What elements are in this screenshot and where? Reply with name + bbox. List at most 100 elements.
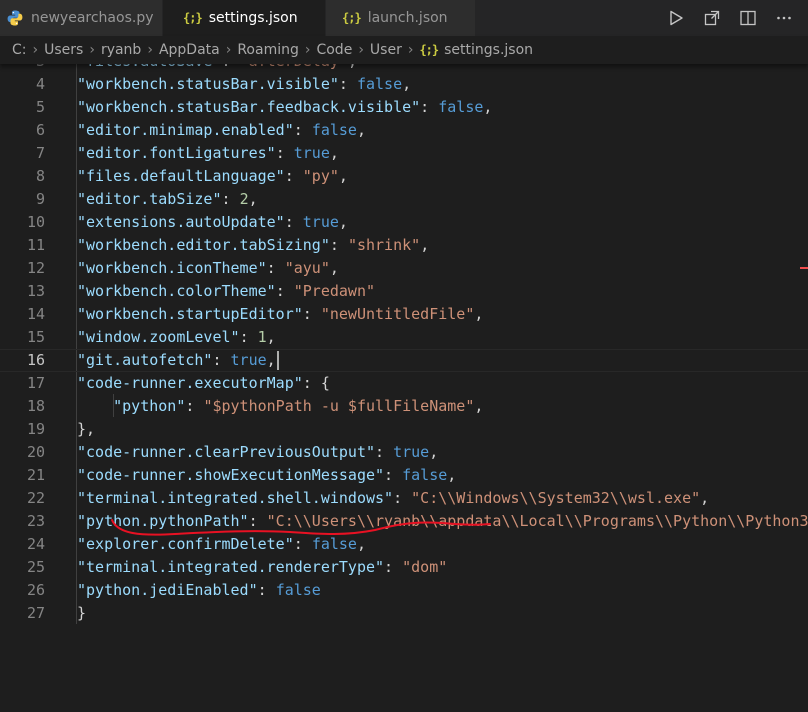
code-token: "$pythonPath -u $fullFileName" xyxy=(203,397,475,415)
code-token: "python.jediEnabled" xyxy=(77,581,258,599)
breadcrumb-file[interactable]: {;} settings.json xyxy=(419,42,533,58)
code-token: "workbench.statusBar.feedback.visible" xyxy=(77,98,421,116)
chevron-right-icon: › xyxy=(147,42,153,58)
code-token: "terminal.integrated.shell.windows" xyxy=(77,489,394,507)
code-token: "workbench.iconTheme" xyxy=(77,259,267,277)
code-token: , xyxy=(447,466,457,484)
code-line[interactable]: 10 "extensions.autoUpdate": true, xyxy=(0,211,808,234)
code-text: }, xyxy=(77,418,95,441)
code-line[interactable]: 8 "files.defaultLanguage": "py", xyxy=(0,165,808,188)
code-line[interactable]: 9 "editor.tabSize": 2, xyxy=(0,188,808,211)
breadcrumb-item[interactable]: User xyxy=(370,42,402,58)
code-line[interactable]: 12 "workbench.iconTheme": "ayu", xyxy=(0,257,808,280)
line-number: 14 xyxy=(26,305,45,323)
breadcrumb-item[interactable]: Users xyxy=(44,42,83,58)
line-number: 18 xyxy=(26,397,45,415)
breadcrumb-item[interactable]: AppData xyxy=(159,42,220,58)
code-token: : xyxy=(302,305,321,323)
tab-newyearchaos-py[interactable]: newyearchaos.py xyxy=(0,0,163,36)
more-actions-icon[interactable] xyxy=(774,8,794,28)
code-token: : xyxy=(329,236,348,254)
code-line[interactable]: 24 "explorer.confirmDelete": false, xyxy=(0,533,808,556)
code-line[interactable]: 21 "code-runner.showExecutionMessage": fa… xyxy=(0,464,808,487)
code-token: 1 xyxy=(257,328,267,346)
code-line[interactable]: 13 "workbench.colorTheme": "Predawn" xyxy=(0,280,808,303)
line-number: 24 xyxy=(26,535,45,553)
code-token: "workbench.statusBar.visible" xyxy=(77,75,339,93)
code-token: , xyxy=(402,75,412,93)
breadcrumb-item[interactable]: C: xyxy=(12,42,27,58)
code-text: "extensions.autoUpdate": true, xyxy=(77,211,348,234)
code-token: "C:\\Users\\ryanb\\appdata\\Local\\Progr… xyxy=(266,512,808,530)
code-line[interactable]: 5 "workbench.statusBar.feedback.visible":… xyxy=(0,96,808,119)
split-editor-icon[interactable] xyxy=(738,8,758,28)
breadcrumb-item[interactable]: ryanb xyxy=(101,42,141,58)
code-token: : xyxy=(257,581,276,599)
line-number: 15 xyxy=(26,328,45,346)
line-number: 3 xyxy=(0,64,45,73)
chevron-right-icon: › xyxy=(32,42,39,58)
tab-label: settings.json xyxy=(208,10,298,26)
text-cursor xyxy=(277,351,279,370)
code-token: , xyxy=(329,259,339,277)
code-token: : xyxy=(212,351,231,369)
chevron-right-icon: › xyxy=(225,42,232,58)
line-number: 27 xyxy=(26,604,45,622)
code-token: true xyxy=(293,144,330,162)
code-line[interactable]: 22 "terminal.integrated.shell.windows": "… xyxy=(0,487,808,510)
code-text: "python.jediEnabled": false xyxy=(77,579,321,602)
code-token: false xyxy=(438,98,484,116)
code-line[interactable]: 6 "editor.minimap.enabled": false, xyxy=(0,119,808,142)
code-text: "workbench.startupEditor": "newUntitledF… xyxy=(77,303,483,326)
code-token: , xyxy=(474,305,484,323)
code-token: "newUntitledFile" xyxy=(320,305,475,323)
code-token: , xyxy=(483,98,493,116)
code-token: , xyxy=(338,213,348,231)
code-line[interactable]: 7 "editor.fontLigatures": true, xyxy=(0,142,808,165)
code-line[interactable]: 4 "workbench.statusBar.visible": false, xyxy=(0,73,808,96)
code-token: : xyxy=(284,213,303,231)
code-line[interactable]: 14 "workbench.startupEditor": "newUntitle… xyxy=(0,303,808,326)
breadcrumb-item[interactable]: Code xyxy=(316,42,352,58)
code-text: "code-runner.clearPreviousOutput": true, xyxy=(77,441,438,464)
code-text: "files.autoSave": "afterDelay", xyxy=(77,64,357,73)
code-line[interactable]: 19}, xyxy=(0,418,808,441)
line-number: 23 xyxy=(26,512,45,530)
code-token: false xyxy=(402,466,448,484)
code-token: "extensions.autoUpdate" xyxy=(77,213,285,231)
line-number: 12 xyxy=(26,259,45,277)
open-preview-icon[interactable] xyxy=(702,8,722,28)
code-token: : xyxy=(221,190,240,208)
code-line[interactable]: 27} xyxy=(0,602,808,625)
line-number: 16 xyxy=(26,351,45,369)
code-line[interactable]: 3 "files.autoSave": "afterDelay", xyxy=(0,64,808,73)
code-line[interactable]: 11 "workbench.editor.tabSizing": "shrink"… xyxy=(0,234,808,257)
code-token: }, xyxy=(77,420,96,438)
tab-settings-json[interactable]: {;} settings.json xyxy=(163,0,326,36)
json-icon: {;} xyxy=(183,11,203,25)
line-number: 21 xyxy=(26,466,45,484)
code-token: true xyxy=(230,351,267,369)
line-number: 7 xyxy=(35,144,45,162)
run-icon[interactable] xyxy=(666,8,686,28)
code-line[interactable]: 23 "python.pythonPath": "C:\\Users\\ryanb… xyxy=(0,510,808,533)
code-line[interactable]: 18 "python": "$pythonPath -u $fullFileNa… xyxy=(0,395,808,418)
code-token: "shrink" xyxy=(347,236,421,254)
breadcrumb-item[interactable]: Roaming xyxy=(237,42,299,58)
code-token: "py" xyxy=(302,167,339,185)
code-line[interactable]: 20 "code-runner.clearPreviousOutput": tru… xyxy=(0,441,808,464)
line-number: 5 xyxy=(35,98,45,116)
code-editor[interactable]: 3 "files.autoSave": "afterDelay", 4 "workbe… xyxy=(0,64,808,712)
code-token: , xyxy=(348,64,357,70)
code-text: } xyxy=(77,602,86,625)
line-number: 20 xyxy=(26,443,45,461)
code-token: false xyxy=(356,75,403,93)
code-token: : xyxy=(393,489,412,507)
tab-launch-json[interactable]: {;} launch.json xyxy=(326,0,476,36)
code-line[interactable]: 26 "python.jediEnabled": false xyxy=(0,579,808,602)
code-line[interactable]: 16 "git.autofetch": true, xyxy=(0,349,808,372)
code-line[interactable]: 15 "window.zoomLevel": 1, xyxy=(0,326,808,349)
code-line[interactable]: 25 "terminal.integrated.rendererType": "d… xyxy=(0,556,808,579)
code-line[interactable]: 17 "code-runner.executorMap": { xyxy=(0,372,808,395)
code-token: "files.defaultLanguage" xyxy=(77,167,285,185)
